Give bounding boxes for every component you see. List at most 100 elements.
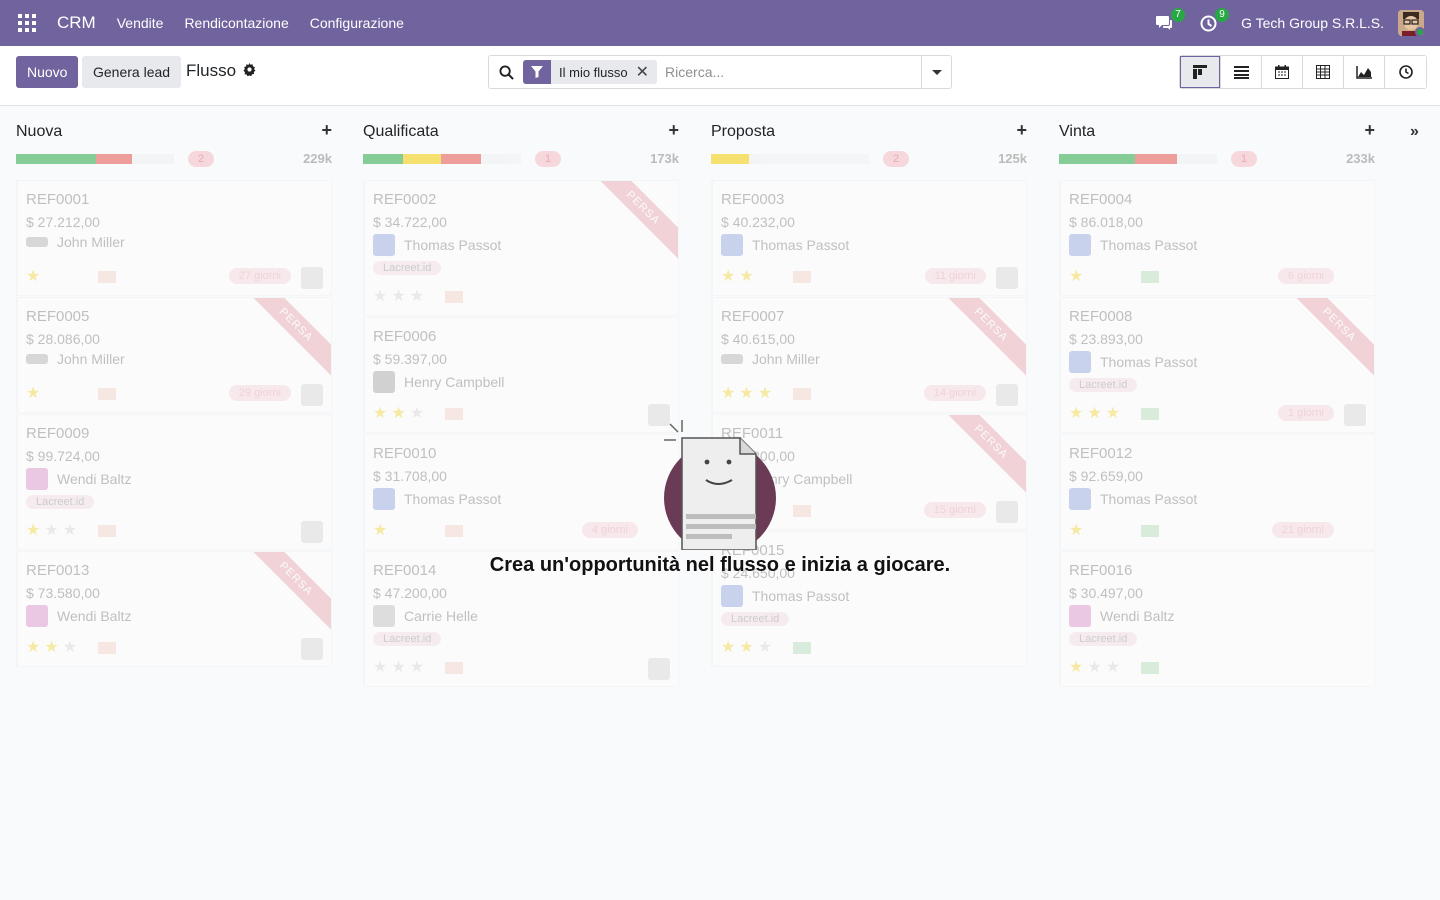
lost-ribbon: PERSA: [1285, 298, 1374, 379]
card-days-badge: 27 giorni: [228, 268, 291, 284]
app-name[interactable]: CRM: [57, 13, 96, 33]
kanban-card[interactable]: REF0002 $ 34.722,00 Thomas Passot Lacree…: [363, 180, 679, 316]
flag-icon: [445, 662, 463, 674]
card-tag: Lacreet.id: [373, 261, 442, 275]
star-icon[interactable]: ★★★: [1069, 403, 1124, 423]
card-days-badge: 6 giorni: [1277, 268, 1334, 284]
new-button[interactable]: Nuovo: [16, 56, 79, 88]
card-person: Thomas Passot: [373, 488, 501, 510]
card-person: Wendi Baltz: [26, 468, 131, 490]
column-progress[interactable]: [1059, 154, 1217, 164]
search-bar: Il mio flusso ✕: [488, 55, 952, 89]
plus-icon[interactable]: +: [1016, 120, 1027, 141]
menu-vendite[interactable]: Vendite: [117, 15, 164, 31]
document-face-illustration: [664, 420, 776, 550]
apps-menu-icon[interactable]: [18, 14, 36, 32]
clock-icon: [1200, 15, 1217, 31]
kanban-card[interactable]: REF0006 $ 59.397,00 Henry Campbell ★★★: [363, 317, 679, 433]
kanban-card[interactable]: REF0015 $ 24.650,00 Thomas Passot Lacree…: [711, 531, 1027, 667]
star-icon[interactable]: ★★★: [373, 657, 428, 677]
column-progress[interactable]: [711, 154, 869, 164]
filter-facet: Il mio flusso ✕: [523, 60, 658, 84]
kanban-card[interactable]: REF0009 $ 99.724,00 Wendi Baltz Lacreet.…: [16, 414, 332, 550]
search-options-toggle[interactable]: [921, 56, 951, 88]
column-title[interactable]: Qualificata: [363, 123, 439, 141]
card-ref: REF0003: [721, 191, 785, 208]
kanban-card[interactable]: REF0012 $ 92.659,00 Thomas Passot ★ 21 g…: [1059, 434, 1375, 550]
calendar-view-button[interactable]: [1262, 56, 1303, 88]
column-progress[interactable]: [16, 154, 174, 164]
plus-icon[interactable]: +: [668, 120, 679, 141]
flag-icon: [98, 642, 116, 654]
star-icon[interactable]: ★★★: [26, 637, 81, 657]
double-chevron-right-icon[interactable]: »: [1410, 123, 1419, 141]
generate-lead-button[interactable]: Genera lead: [82, 56, 182, 88]
flag-icon: [445, 291, 463, 303]
column-title[interactable]: Vinta: [1059, 123, 1095, 141]
messages-count-badge: 7: [1171, 8, 1186, 22]
lost-ribbon: PERSA: [589, 181, 678, 262]
card-amount: $ 99.724,00: [26, 448, 100, 464]
flag-icon: [98, 525, 116, 537]
avatar: [301, 384, 323, 406]
column-progress[interactable]: [363, 154, 521, 164]
lost-ribbon: PERSA: [242, 298, 331, 379]
messages-button[interactable]: 7: [1153, 8, 1186, 34]
kanban-view-button[interactable]: [1180, 56, 1221, 88]
star-icon[interactable]: ★★★: [373, 286, 428, 306]
graph-view-button[interactable]: [1344, 56, 1385, 88]
card-days-badge: 1 giorni: [1277, 405, 1334, 421]
star-icon[interactable]: ★: [26, 383, 44, 403]
chat-icon: [1156, 16, 1173, 30]
card-days-badge: 29 giorni: [228, 385, 291, 401]
menu-configurazione[interactable]: Configurazione: [310, 15, 404, 31]
card-amount: $ 92.659,00: [1069, 468, 1143, 484]
plus-icon[interactable]: +: [1364, 120, 1375, 141]
search-icon[interactable]: [489, 64, 523, 80]
company-switcher[interactable]: G Tech Group S.R.L.S.: [1241, 15, 1384, 31]
card-ref: REF0010: [373, 445, 437, 462]
close-icon[interactable]: ✕: [636, 62, 657, 82]
card-person: Wendi Baltz: [1069, 605, 1174, 627]
menu-rendicontazione[interactable]: Rendicontazione: [184, 15, 288, 31]
column-title[interactable]: Proposta: [711, 123, 775, 141]
list-view-button[interactable]: [1221, 56, 1262, 88]
card-person: Carrie Helle: [373, 605, 478, 627]
online-status-dot: [1415, 27, 1424, 36]
breadcrumb: Flusso: [186, 61, 256, 81]
column-title[interactable]: Nuova: [16, 123, 62, 141]
plus-icon[interactable]: +: [321, 120, 332, 141]
lost-ribbon: PERSA: [937, 298, 1026, 379]
star-icon[interactable]: ★★★: [1069, 657, 1124, 677]
card-ref: REF0009: [26, 425, 90, 442]
card-person: Thomas Passot: [721, 234, 849, 256]
star-icon[interactable]: ★: [1069, 520, 1087, 540]
star-icon[interactable]: ★★★: [721, 383, 776, 403]
star-icon[interactable]: ★★: [721, 266, 758, 286]
column-count: 2: [188, 151, 214, 167]
star-icon[interactable]: ★: [26, 266, 44, 286]
pivot-view-button[interactable]: [1303, 56, 1344, 88]
star-icon[interactable]: ★: [1069, 266, 1087, 286]
star-icon[interactable]: ★★★: [26, 520, 81, 540]
star-icon[interactable]: ★★★: [721, 637, 776, 657]
list-icon: [1233, 65, 1249, 79]
star-icon[interactable]: ★★★: [373, 403, 428, 423]
kanban-card[interactable]: REF0005 $ 28.086,00 John Miller ★ 29 gio…: [16, 297, 332, 413]
kanban-card[interactable]: REF0003 $ 40.232,00 Thomas Passot ★★ 11 …: [711, 180, 1027, 296]
activity-view-button[interactable]: [1385, 56, 1426, 88]
kanban-card[interactable]: REF0008 $ 23.893,00 Thomas Passot Lacree…: [1059, 297, 1375, 433]
search-input[interactable]: [665, 64, 916, 80]
card-person: Thomas Passot: [1069, 351, 1197, 373]
card-amount: $ 40.232,00: [721, 214, 795, 230]
card-person: Thomas Passot: [721, 585, 849, 607]
kanban-card[interactable]: REF0001 $ 27.212,00 John Miller ★ 27 gio…: [16, 180, 332, 296]
user-avatar[interactable]: [1398, 10, 1424, 36]
kanban-card[interactable]: REF0007 $ 40.615,00 John Miller ★★★ 14 g…: [711, 297, 1027, 413]
activities-button[interactable]: 9: [1197, 8, 1230, 34]
star-icon[interactable]: ★: [373, 520, 391, 540]
kanban-card[interactable]: REF0004 $ 86.018,00 Thomas Passot ★ 6 gi…: [1059, 180, 1375, 296]
avatar: [996, 384, 1018, 406]
kanban-card[interactable]: REF0010 $ 31.708,00 Thomas Passot ★ 4 gi…: [363, 434, 679, 550]
gear-icon[interactable]: [243, 63, 256, 79]
